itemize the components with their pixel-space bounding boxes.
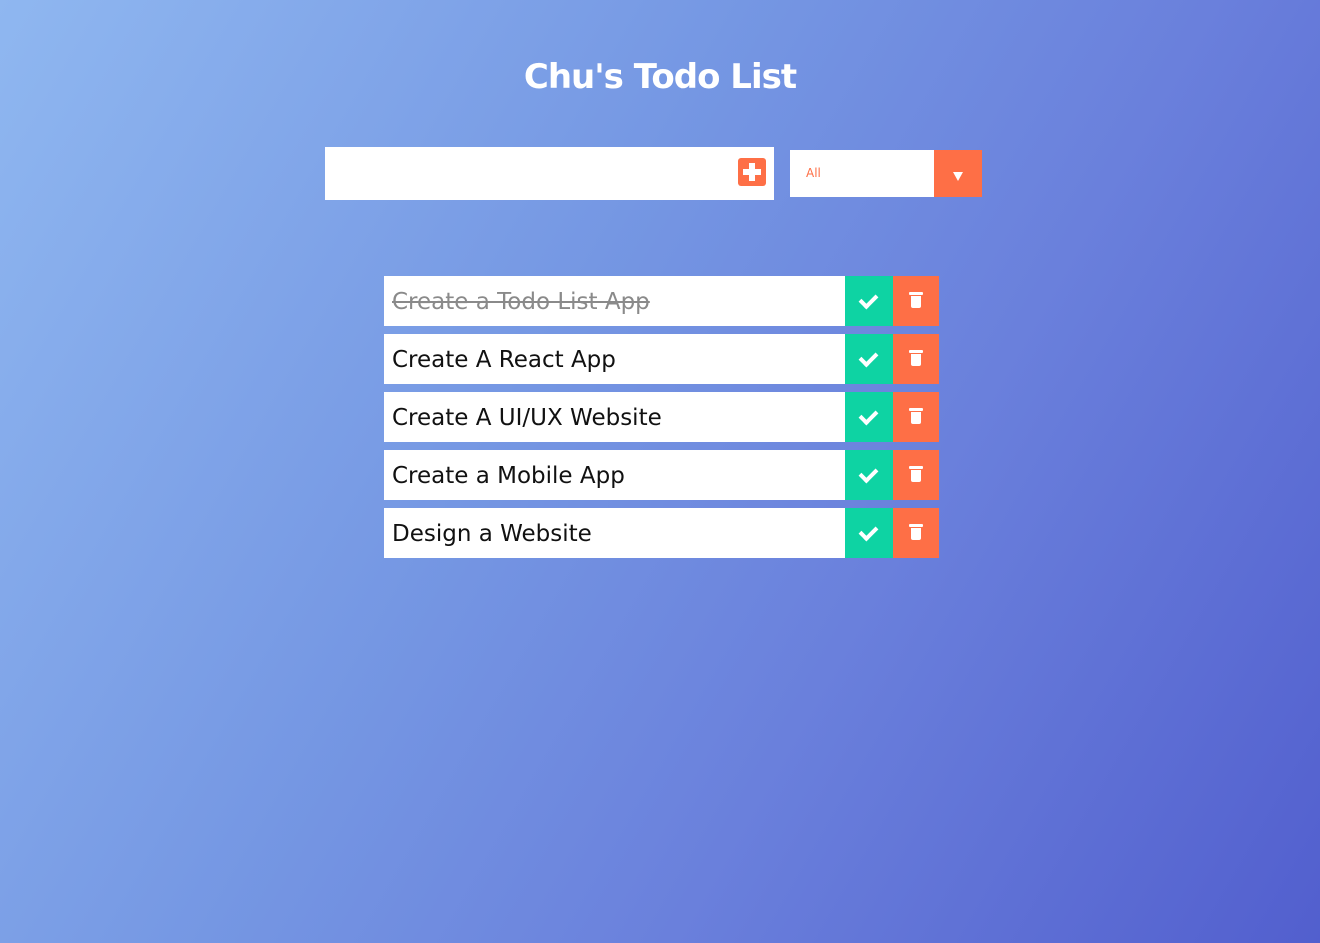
todo-item: Design a Website [384, 508, 939, 558]
todo-text: Create A React App [392, 347, 616, 373]
complete-button[interactable] [845, 508, 893, 558]
todo-list: Create a Todo List App Create A React Ap… [384, 276, 939, 566]
todo-input[interactable] [325, 147, 725, 200]
todo-item: Create A React App [384, 334, 939, 384]
filter-dropdown-button[interactable] [934, 150, 982, 197]
check-icon [858, 463, 879, 484]
check-icon [858, 347, 879, 368]
complete-button[interactable] [845, 276, 893, 326]
caret-down-icon [953, 172, 963, 181]
todo-text: Create a Mobile App [392, 463, 625, 489]
check-icon [858, 289, 879, 310]
trash-icon [908, 408, 924, 426]
complete-button[interactable] [845, 334, 893, 384]
trash-icon [908, 292, 924, 310]
delete-button[interactable] [893, 450, 939, 500]
delete-button[interactable] [893, 276, 939, 326]
complete-button[interactable] [845, 392, 893, 442]
check-icon [858, 521, 879, 542]
delete-button[interactable] [893, 392, 939, 442]
todo-input-wrapper [325, 147, 774, 200]
filter-selected-value: All [806, 166, 821, 180]
todo-text: Create a Todo List App [392, 289, 650, 315]
todo-item: Create a Mobile App [384, 450, 939, 500]
page-title: Chu's Todo List [523, 56, 797, 97]
trash-icon [908, 524, 924, 542]
filter-select[interactable]: All [790, 150, 982, 197]
todo-item: Create a Todo List App [384, 276, 939, 326]
add-todo-button[interactable] [738, 158, 766, 186]
delete-button[interactable] [893, 334, 939, 384]
todo-text: Create A UI/UX Website [392, 405, 662, 431]
todo-item: Create A UI/UX Website [384, 392, 939, 442]
delete-button[interactable] [893, 508, 939, 558]
complete-button[interactable] [845, 450, 893, 500]
trash-icon [908, 466, 924, 484]
trash-icon [908, 350, 924, 368]
todo-text: Design a Website [392, 521, 592, 547]
check-icon [858, 405, 879, 426]
